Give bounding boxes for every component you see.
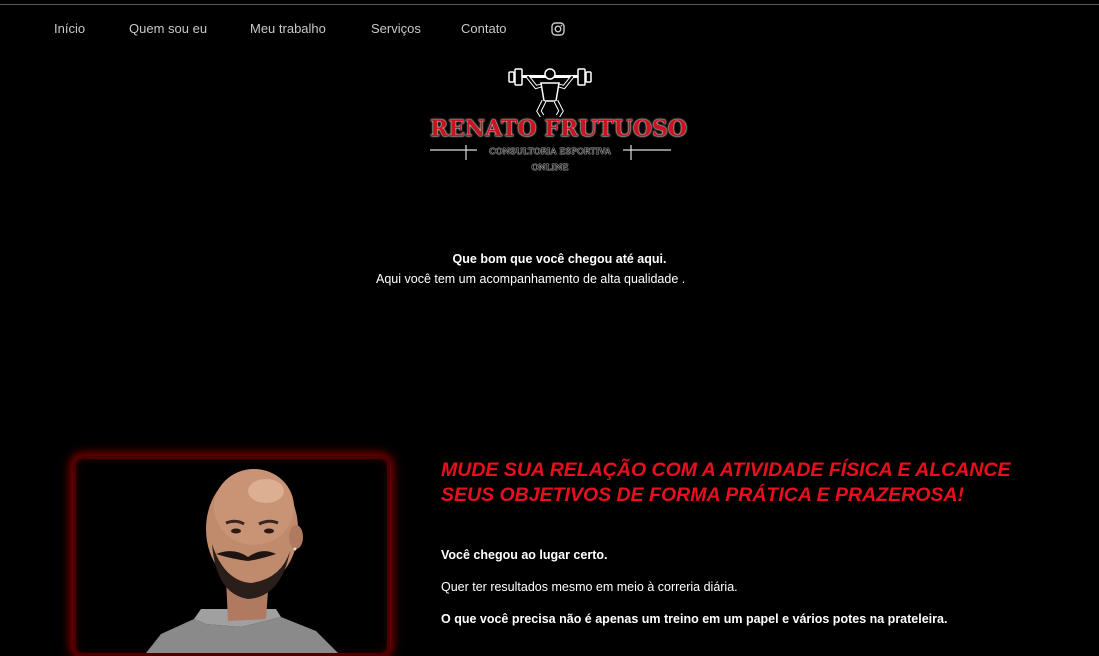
nav-item-quem-sou-eu[interactable]: Quem sou eu — [129, 20, 207, 37]
portrait-image — [146, 469, 338, 653]
top-border-line — [0, 4, 1099, 5]
logo-subtitle: CONSULTORIA ESPORTIVA — [489, 147, 611, 157]
about-headline: MUDE SUA RELAÇÃO COM A ATIVIDADE FÍSICA … — [441, 459, 1011, 506]
nav-item-inicio[interactable]: Início — [54, 20, 85, 37]
nav-item-meu-trabalho[interactable]: Meu trabalho — [250, 20, 326, 37]
logo-name: RENATO FRUTUOSO — [430, 116, 688, 142]
main-nav: Início Quem sou eu Meu trabalho Serviços… — [0, 20, 1099, 38]
instagram-icon[interactable] — [551, 22, 565, 36]
welcome-title: Que bom que você chegou até aqui. — [452, 252, 667, 266]
welcome-subtitle: Aqui você tem um acompanhamento de alta … — [376, 272, 686, 286]
nav-item-contato[interactable]: Contato — [461, 20, 507, 37]
about-paragraph-2: Quer ter resultados mesmo em meio à corr… — [441, 580, 738, 594]
about-paragraph-1: Você chegou ao lugar certo. — [441, 548, 608, 562]
nav-item-servicos[interactable]: Serviços — [371, 20, 421, 37]
about-paragraph-3: O que você precisa não é apenas um trein… — [441, 612, 948, 626]
profile-photo — [73, 456, 390, 656]
logo-online: ONLINE — [531, 163, 569, 173]
